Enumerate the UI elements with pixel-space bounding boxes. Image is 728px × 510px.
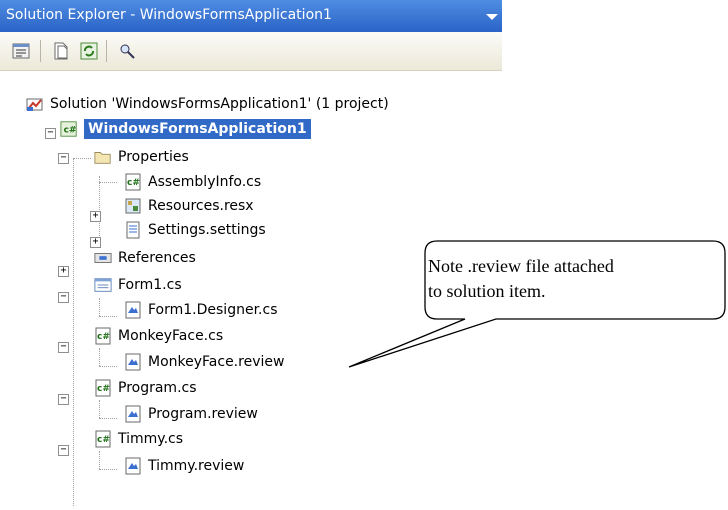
collapse-toggle[interactable]: − bbox=[58, 153, 69, 164]
callout-line-2: to solution item. bbox=[428, 281, 546, 301]
settings-icon bbox=[124, 221, 142, 239]
tree-guide-line bbox=[99, 176, 100, 242]
tree-guide-line bbox=[99, 366, 117, 367]
csharp-file-icon: c# bbox=[94, 327, 112, 345]
refresh-icon[interactable] bbox=[78, 40, 100, 62]
view-class-diagram-icon[interactable] bbox=[116, 40, 138, 62]
collapse-toggle[interactable]: − bbox=[45, 128, 56, 139]
tree-item[interactable]: MonkeyFace.review bbox=[124, 350, 284, 374]
svg-text:c#: c# bbox=[127, 178, 140, 188]
svg-text:c#: c# bbox=[97, 332, 110, 342]
form-icon bbox=[94, 276, 112, 294]
tree-guide-line bbox=[99, 418, 117, 419]
tree-item-label: MonkeyFace.cs bbox=[118, 328, 224, 344]
show-all-files-icon[interactable] bbox=[50, 40, 72, 62]
tree-item[interactable]: c# Timmy.cs bbox=[94, 427, 183, 451]
callout-text: Note .review file attached to solution i… bbox=[428, 254, 718, 304]
tree-item-label: Program.review bbox=[148, 406, 258, 422]
toolbar-separator bbox=[106, 40, 107, 62]
tree-item[interactable]: Program.review bbox=[124, 402, 258, 426]
solution-explorer-titlebar: Solution Explorer - WindowsFormsApplicat… bbox=[0, 0, 502, 32]
solution-tree: Solution 'WindowsFormsApplication1' (1 p… bbox=[0, 76, 502, 510]
collapse-toggle[interactable]: − bbox=[58, 342, 69, 353]
solution-explorer-toolbar bbox=[0, 32, 502, 71]
csharp-file-icon: c# bbox=[124, 173, 142, 191]
tree-item-label: Form1.Designer.cs bbox=[148, 302, 278, 318]
tree-guide-line bbox=[73, 158, 91, 159]
callout-line-1: Note .review file attached bbox=[428, 256, 614, 276]
tree-item-label: Form1.cs bbox=[118, 277, 182, 293]
resx-icon bbox=[124, 197, 142, 215]
tree-item-label: MonkeyFace.review bbox=[148, 354, 285, 370]
tree-item-solution[interactable]: Solution 'WindowsFormsApplication1' (1 p… bbox=[26, 92, 389, 116]
review-file-icon bbox=[124, 353, 142, 371]
tree-item-label: Properties bbox=[118, 149, 189, 165]
tree-guide-line bbox=[73, 158, 74, 506]
tree-item-label: Program.cs bbox=[118, 380, 197, 396]
tree-guide-line bbox=[99, 298, 100, 316]
expand-toggle[interactable]: + bbox=[90, 211, 101, 222]
tree-item[interactable]: Settings.settings bbox=[124, 218, 266, 242]
collapse-toggle[interactable]: − bbox=[58, 292, 69, 303]
solution-label: Solution 'WindowsFormsApplication1' (1 p… bbox=[50, 96, 389, 112]
svg-text:c#: c# bbox=[64, 126, 77, 136]
project-label: WindowsFormsApplication1 bbox=[84, 119, 311, 139]
tree-item-label: Settings.settings bbox=[148, 222, 266, 238]
tree-item[interactable]: c# AssemblyInfo.cs bbox=[124, 170, 261, 194]
svg-text:c#: c# bbox=[97, 435, 110, 445]
tree-item[interactable]: Resources.resx bbox=[124, 194, 254, 218]
tree-item[interactable]: Timmy.review bbox=[124, 454, 244, 478]
tree-guide-line bbox=[99, 316, 117, 317]
tree-item-label: References bbox=[118, 250, 196, 266]
tree-guide-line bbox=[99, 400, 100, 418]
csharp-project-icon: c# bbox=[60, 120, 78, 138]
tree-item[interactable]: References bbox=[94, 246, 196, 270]
window-title: Solution Explorer - WindowsFormsApplicat… bbox=[6, 7, 332, 23]
tree-item-label: Resources.resx bbox=[148, 198, 254, 214]
folder-icon bbox=[94, 148, 112, 166]
csharp-file-icon: c# bbox=[94, 379, 112, 397]
review-file-icon bbox=[124, 301, 142, 319]
svg-text:c#: c# bbox=[97, 384, 110, 394]
properties-icon[interactable] bbox=[10, 40, 32, 62]
tree-item[interactable]: Form1.Designer.cs bbox=[124, 298, 278, 322]
tree-item-label: Timmy.cs bbox=[118, 431, 184, 447]
tree-item[interactable]: c# MonkeyFace.cs bbox=[94, 324, 223, 348]
tree-guide-line bbox=[99, 182, 117, 183]
tree-item[interactable]: Form1.cs bbox=[94, 273, 182, 297]
tree-item-label: Timmy.review bbox=[148, 458, 245, 474]
solution-icon bbox=[26, 95, 44, 113]
collapse-toggle[interactable]: − bbox=[58, 394, 69, 405]
csharp-file-icon: c# bbox=[94, 430, 112, 448]
toolbar-separator bbox=[40, 40, 41, 62]
tree-item[interactable]: Properties bbox=[94, 145, 189, 169]
references-icon bbox=[94, 249, 112, 267]
tree-item-label: AssemblyInfo.cs bbox=[148, 174, 262, 190]
tree-item[interactable]: c# Program.cs bbox=[94, 376, 197, 400]
tree-item-project[interactable]: c# WindowsFormsApplication1 bbox=[60, 117, 311, 141]
review-file-icon bbox=[124, 405, 142, 423]
dropdown-arrow-icon[interactable] bbox=[486, 14, 498, 20]
tree-guide-line bbox=[99, 451, 100, 469]
tree-guide-line bbox=[99, 348, 100, 366]
review-file-icon bbox=[124, 457, 142, 475]
collapse-toggle[interactable]: − bbox=[58, 445, 69, 456]
expand-toggle[interactable]: + bbox=[58, 266, 69, 277]
tree-guide-line bbox=[99, 469, 117, 470]
